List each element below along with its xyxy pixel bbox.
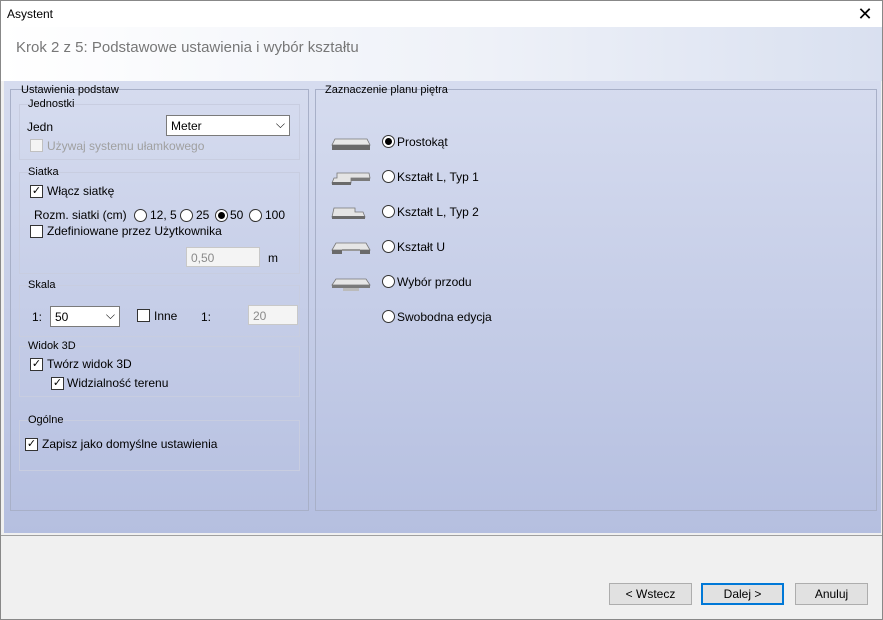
chevron-down-icon: ⌵ [275, 117, 285, 131]
chevron-down-icon: ⌵ [105, 308, 115, 322]
l-shape-type1-icon [331, 172, 371, 185]
grid-size-option: 100 [265, 208, 286, 222]
back-button[interactable]: < Wstecz [609, 583, 692, 605]
grid-label: Siatka [28, 166, 59, 178]
fraction-label: Używaj systemu ułamkowego [47, 139, 205, 153]
wizard-header: Krok 2 z 5: Podstawowe ustawienia i wybó… [1, 27, 882, 81]
terrain-visibility-label: Widzialność terenu [67, 376, 169, 390]
u-shape-icon [331, 242, 371, 254]
unit-label: Jedn [27, 120, 54, 134]
unit-value: Meter [171, 119, 202, 133]
window-title: Asystent [7, 7, 54, 21]
wizard-window: Asystent ✕ Krok 2 z 5: Podstawowe ustawi… [0, 0, 883, 620]
cancel-button[interactable]: Anuluj [795, 583, 868, 605]
other-scale-checkbox[interactable] [137, 309, 150, 322]
grid-size-label: Rozm. siatki (cm) [34, 208, 127, 222]
grid-size-radio-100[interactable] [249, 209, 262, 222]
custom-grid-input[interactable]: 0,50 [186, 247, 260, 267]
grid-size-option: 12, 5 [150, 208, 177, 222]
general-label: Ogólne [28, 414, 64, 426]
shape-radio-l-type1[interactable] [382, 170, 395, 183]
floor-plan-legend: Zaznaczenie planu piętra [325, 84, 448, 96]
scale-group: Skala 1: 50 ⌵ Inne 1: 20 [19, 279, 300, 337]
basic-settings-panel: Ustawienia podstaw Jednostki Jedn Meter … [10, 84, 309, 511]
scale-label: Skala [28, 279, 56, 291]
scale-value: 50 [55, 310, 69, 324]
view3d-label: Widok 3D [28, 340, 76, 352]
units-group: Jednostki Jedn Meter ⌵ Używaj systemu uł… [19, 98, 300, 160]
unit-select[interactable]: Meter ⌵ [166, 115, 290, 136]
shape-label: Prostokąt [397, 135, 448, 149]
basic-settings-legend: Ustawienia podstaw [21, 84, 119, 96]
shape-label: Swobodna edycja [397, 310, 492, 324]
front-selection-icon [331, 278, 371, 291]
terrain-visibility-checkbox[interactable]: ✓ [51, 377, 64, 390]
shape-radio-l-type2[interactable] [382, 205, 395, 218]
grid-size-option: 25 [196, 208, 210, 222]
other-scale-prefix: 1: [201, 310, 212, 324]
grid-size-radio-50[interactable] [215, 209, 228, 222]
title-bar: Asystent ✕ [1, 1, 882, 27]
view3d-group: Widok 3D ✓ Twórz widok 3D ✓ Widzialność … [19, 340, 300, 397]
fraction-checkbox[interactable] [30, 139, 43, 152]
shape-radio-free-edit[interactable] [382, 310, 395, 323]
other-scale-label: Inne [154, 309, 178, 323]
grid-group: Siatka ✓ Włącz siatkę Rozm. siatki (cm) … [19, 166, 300, 274]
save-default-label: Zapisz jako domyślne ustawienia [42, 437, 218, 451]
other-scale-value: 20 [253, 309, 267, 323]
units-label: Jednostki [28, 98, 75, 110]
grid-size-radio-12-5[interactable] [134, 209, 147, 222]
general-group: Ogólne ✓ Zapisz jako domyślne ustawienia [19, 414, 300, 471]
shape-label: Kształt L, Typ 1 [397, 170, 479, 184]
scale-prefix: 1: [32, 310, 43, 324]
shape-radio-u[interactable] [382, 240, 395, 253]
next-button[interactable]: Dalej > [701, 583, 784, 605]
custom-grid-unit: m [268, 251, 278, 265]
shape-radio-rectangle[interactable] [382, 135, 395, 148]
other-scale-input[interactable]: 20 [248, 305, 298, 325]
l-shape-type2-icon [331, 207, 366, 219]
custom-grid-label: Zdefiniowane przez Użytkownika [47, 224, 222, 238]
save-default-checkbox[interactable]: ✓ [25, 438, 38, 451]
step-title: Krok 2 z 5: Podstawowe ustawienia i wybó… [16, 39, 359, 56]
create-3d-label: Twórz widok 3D [47, 357, 132, 371]
close-icon[interactable]: ✕ [848, 1, 882, 27]
custom-grid-value: 0,50 [191, 251, 215, 265]
enable-grid-checkbox[interactable]: ✓ [30, 185, 43, 198]
scale-select[interactable]: 50 ⌵ [50, 306, 120, 327]
rectangle-plan-icon [331, 138, 371, 150]
custom-grid-checkbox[interactable] [30, 225, 43, 238]
shape-label: Kształt L, Typ 2 [397, 205, 479, 219]
grid-size-option: 50 [230, 208, 244, 222]
footer-separator [1, 535, 882, 536]
shape-label: Wybór przodu [397, 275, 472, 289]
floor-plan-panel: Zaznaczenie planu piętra Prostokąt Kszta… [315, 84, 877, 511]
grid-size-radio-25[interactable] [180, 209, 193, 222]
wizard-content: Ustawienia podstaw Jednostki Jedn Meter … [4, 81, 881, 533]
shape-label: Kształt U [397, 240, 446, 254]
shape-radio-front[interactable] [382, 275, 395, 288]
create-3d-checkbox[interactable]: ✓ [30, 358, 43, 371]
enable-grid-label: Włącz siatkę [47, 184, 115, 198]
